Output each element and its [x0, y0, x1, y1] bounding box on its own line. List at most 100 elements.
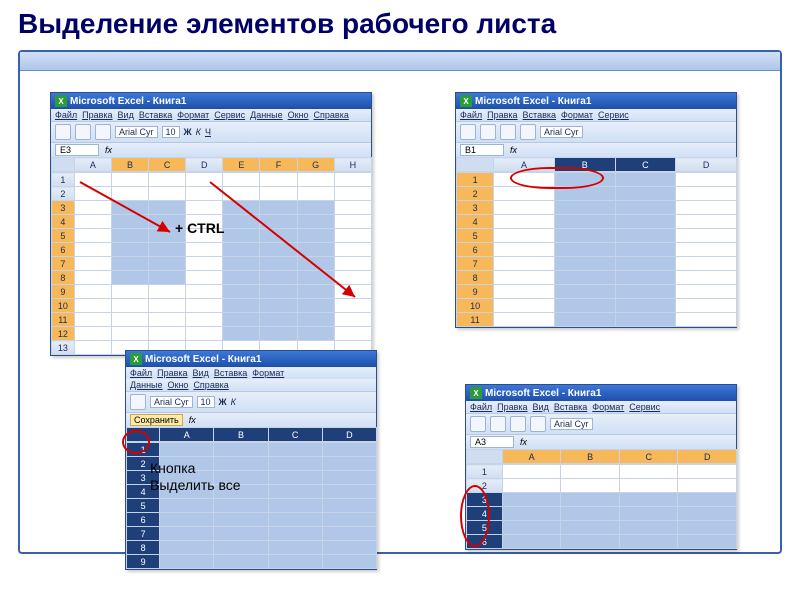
- cell[interactable]: [111, 313, 148, 327]
- cell[interactable]: [297, 229, 334, 243]
- new-icon[interactable]: [55, 124, 71, 140]
- cell[interactable]: [297, 187, 334, 201]
- cell[interactable]: [260, 201, 297, 215]
- cell[interactable]: [561, 535, 620, 549]
- cell[interactable]: [74, 229, 111, 243]
- cell[interactable]: [214, 541, 268, 555]
- cell[interactable]: [268, 457, 322, 471]
- cell[interactable]: [334, 229, 371, 243]
- cell[interactable]: [260, 173, 297, 187]
- cell[interactable]: [111, 229, 148, 243]
- row-header[interactable]: 1: [457, 173, 494, 187]
- row-header[interactable]: 5: [467, 521, 503, 535]
- select-all-corner[interactable]: [467, 450, 503, 464]
- row-header[interactable]: 3: [457, 201, 494, 215]
- menu-window[interactable]: Окно: [288, 110, 309, 120]
- cell[interactable]: [494, 173, 555, 187]
- cell[interactable]: [74, 257, 111, 271]
- row-header[interactable]: 12: [52, 327, 75, 341]
- cell[interactable]: [554, 313, 615, 327]
- cell[interactable]: [615, 257, 676, 271]
- cell[interactable]: [223, 201, 260, 215]
- menu-help[interactable]: Справка: [314, 110, 349, 120]
- row-header[interactable]: 10: [457, 299, 494, 313]
- menu-tools[interactable]: Сервис: [629, 402, 660, 412]
- cell[interactable]: [322, 513, 376, 527]
- cell[interactable]: [619, 493, 678, 507]
- cell[interactable]: [260, 271, 297, 285]
- cell[interactable]: [615, 201, 676, 215]
- bold-button[interactable]: Ж: [219, 397, 227, 407]
- row-header[interactable]: 5: [52, 229, 75, 243]
- spreadsheet-grid[interactable]: A B C D: [126, 427, 377, 442]
- menu-format[interactable]: Формат: [561, 110, 593, 120]
- menu-file[interactable]: Файл: [130, 368, 152, 378]
- cell[interactable]: [676, 313, 737, 327]
- cell[interactable]: [561, 465, 620, 479]
- fx-icon[interactable]: fx: [189, 415, 196, 425]
- cell[interactable]: [260, 187, 297, 201]
- cell[interactable]: [502, 493, 561, 507]
- menu-format[interactable]: Формат: [177, 110, 209, 120]
- fx-icon[interactable]: fx: [510, 145, 517, 155]
- cell[interactable]: [111, 285, 148, 299]
- cell[interactable]: [186, 173, 223, 187]
- cell[interactable]: [111, 271, 148, 285]
- cell[interactable]: [74, 313, 111, 327]
- menu-data[interactable]: Данные: [130, 380, 163, 390]
- col-header[interactable]: C: [149, 158, 186, 172]
- row-header[interactable]: 2: [457, 187, 494, 201]
- cell[interactable]: [223, 187, 260, 201]
- col-header-selected[interactable]: A: [160, 428, 214, 442]
- open-icon[interactable]: [480, 124, 496, 140]
- cell[interactable]: [149, 271, 186, 285]
- cell[interactable]: [619, 535, 678, 549]
- row-header[interactable]: 10: [52, 299, 75, 313]
- col-header[interactable]: B: [561, 450, 620, 464]
- cell[interactable]: [561, 521, 620, 535]
- menu-insert[interactable]: Вставка: [139, 110, 172, 120]
- row-header[interactable]: 2: [467, 479, 503, 493]
- cell[interactable]: [186, 285, 223, 299]
- col-header[interactable]: A: [502, 450, 561, 464]
- fx-icon[interactable]: fx: [520, 437, 527, 447]
- cell[interactable]: [260, 257, 297, 271]
- cell[interactable]: [111, 257, 148, 271]
- cell[interactable]: [676, 229, 737, 243]
- row-header[interactable]: 11: [457, 313, 494, 327]
- menu-edit[interactable]: Правка: [487, 110, 517, 120]
- cell[interactable]: [297, 313, 334, 327]
- cell[interactable]: [74, 327, 111, 341]
- name-box[interactable]: A3: [470, 436, 514, 448]
- cell[interactable]: [268, 555, 322, 569]
- select-all-corner[interactable]: [457, 158, 494, 172]
- cell[interactable]: [494, 229, 555, 243]
- cell[interactable]: [554, 299, 615, 313]
- italic-button[interactable]: К: [231, 397, 236, 407]
- cell[interactable]: [268, 471, 322, 485]
- font-size-box[interactable]: 10: [162, 126, 180, 138]
- row-header[interactable]: 6: [127, 513, 160, 527]
- menu-view[interactable]: Вид: [533, 402, 549, 412]
- cell[interactable]: [619, 521, 678, 535]
- cell[interactable]: [615, 187, 676, 201]
- cell[interactable]: [260, 299, 297, 313]
- col-header[interactable]: E: [223, 158, 260, 172]
- menu-format[interactable]: Формат: [252, 368, 284, 378]
- print-icon[interactable]: [520, 124, 536, 140]
- cell[interactable]: [502, 465, 561, 479]
- cell[interactable]: [214, 527, 268, 541]
- menu-view[interactable]: Вид: [118, 110, 134, 120]
- cell[interactable]: [223, 285, 260, 299]
- cell[interactable]: [260, 215, 297, 229]
- cell[interactable]: [186, 243, 223, 257]
- italic-button[interactable]: К: [196, 127, 201, 137]
- cell[interactable]: [676, 243, 737, 257]
- cell[interactable]: [160, 541, 214, 555]
- cell[interactable]: [678, 521, 737, 535]
- menu-data[interactable]: Данные: [250, 110, 283, 120]
- cell[interactable]: [74, 201, 111, 215]
- cell[interactable]: [111, 299, 148, 313]
- cell[interactable]: [322, 555, 376, 569]
- cell[interactable]: [554, 201, 615, 215]
